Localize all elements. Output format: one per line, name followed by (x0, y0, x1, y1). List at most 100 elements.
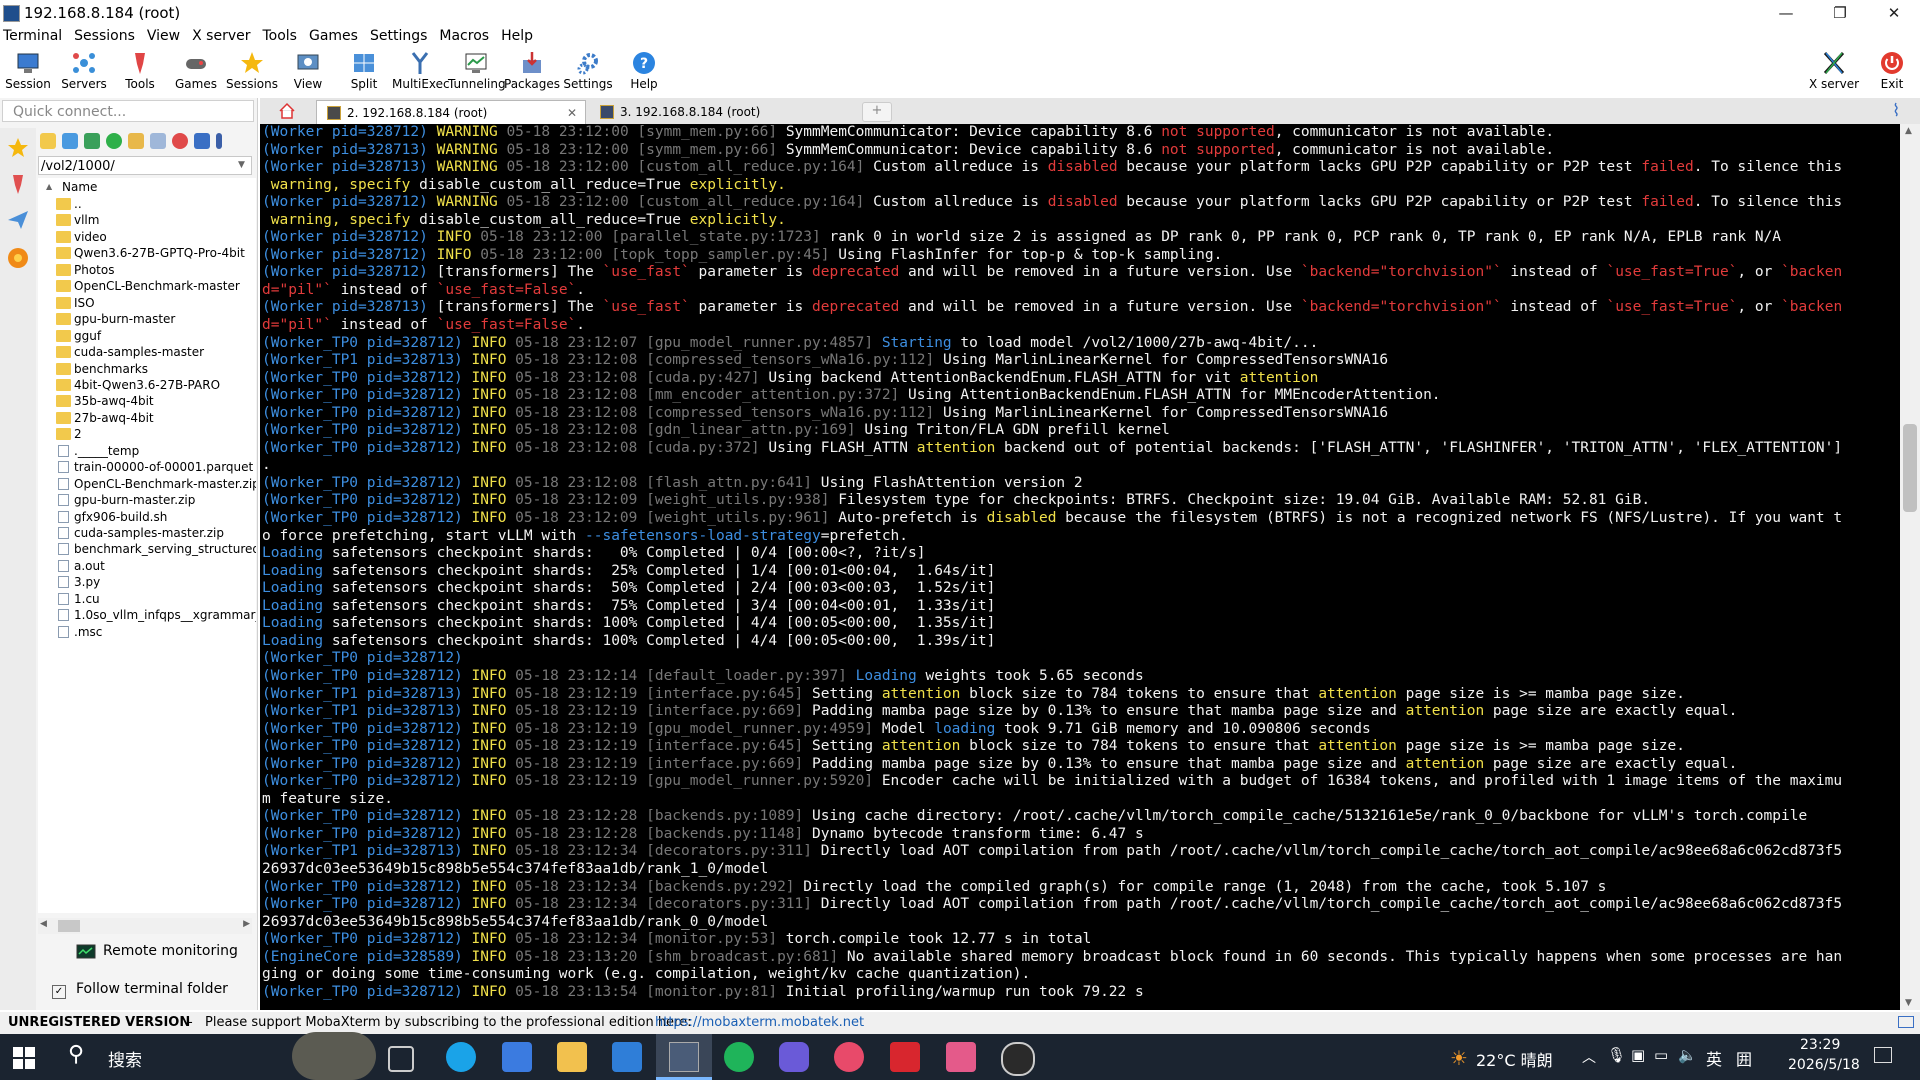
menu-help[interactable]: Help (495, 26, 539, 46)
x-server-button[interactable]: X server (1806, 46, 1862, 94)
folder-item[interactable]: Qwen3.6-27B-GPTQ-Pro-4bit (56, 245, 256, 261)
maximize-button[interactable]: ❐ (1816, 0, 1864, 26)
session-button[interactable]: Session (0, 46, 56, 94)
path-input[interactable]: /vol2/1000/ (38, 156, 252, 175)
mail-icon[interactable] (612, 1042, 642, 1072)
app-pink-icon[interactable] (946, 1042, 976, 1072)
upload-icon[interactable] (84, 133, 100, 149)
file-item[interactable]: ._____temp (56, 443, 256, 459)
folder-item[interactable]: vllm (56, 212, 256, 228)
file-item[interactable]: .msc (56, 624, 256, 640)
home-tab-icon[interactable] (278, 102, 296, 120)
tools-tab-icon[interactable] (6, 172, 30, 196)
download-icon[interactable] (62, 133, 78, 149)
quick-connect-input[interactable]: Quick connect... (2, 100, 254, 122)
app-red-icon[interactable] (834, 1042, 864, 1072)
media-player-icon[interactable] (724, 1042, 754, 1072)
terminal-vertical-scrollbar[interactable]: ▲ ▼ (1900, 124, 1920, 1010)
scroll-down-icon[interactable]: ▼ (1905, 998, 1912, 1008)
file-item[interactable]: a.out (56, 558, 256, 574)
ime-mode-icon[interactable]: 囲 (1736, 1046, 1752, 1070)
folder-item[interactable]: video (56, 229, 256, 245)
tunneling-button[interactable]: Tunneling (448, 46, 506, 94)
attach-icon[interactable]: ⌇ (1892, 101, 1910, 121)
menu-terminal[interactable]: Terminal (0, 26, 68, 46)
task-view-icon[interactable] (388, 1046, 414, 1072)
file-list-header[interactable]: ▲ Name (38, 178, 256, 196)
new-folder-icon[interactable] (128, 133, 144, 149)
tab-session-2[interactable]: 2. 192.168.8.184 (root) ✕ (316, 100, 586, 124)
folder-item[interactable]: cuda-samples-master (56, 344, 256, 360)
app-dark-icon[interactable] (1001, 1042, 1035, 1076)
sessions-button[interactable]: Sessions (224, 46, 280, 94)
menu-tools[interactable]: Tools (256, 26, 303, 46)
packages-button[interactable]: Packages (504, 46, 560, 94)
folder-item[interactable]: 35b-awq-4bit (56, 393, 256, 409)
view-button[interactable]: View (280, 46, 336, 94)
weather-text[interactable]: 22°C 晴朗 (1476, 1047, 1553, 1071)
chevron-down-icon[interactable]: ▼ (238, 160, 245, 170)
tab-session-3[interactable]: 3. 192.168.8.184 (root) (590, 100, 860, 124)
sftp-tab-icon[interactable] (6, 246, 30, 270)
tray-chevron-up-icon[interactable]: ︿ (1582, 1047, 1596, 1067)
follow-terminal-folder-checkbox[interactable]: ✓ Follow terminal folder (52, 981, 228, 999)
clock-time[interactable]: 23:29 (1800, 1037, 1840, 1053)
app-circle-icon[interactable] (779, 1042, 809, 1072)
multiexec-button[interactable]: MultiExec (392, 46, 450, 94)
file-item[interactable]: gpu-burn-master.zip (56, 492, 256, 508)
new-tab-button[interactable]: + (862, 102, 892, 122)
folder-item[interactable]: OpenCL-Benchmark-master (56, 278, 256, 294)
sessions-star-tab-icon[interactable] (6, 136, 30, 160)
menu-settings[interactable]: Settings (364, 26, 433, 46)
tools-button[interactable]: Tools (112, 46, 168, 94)
remote-monitoring-button[interactable]: Remote monitoring (103, 943, 238, 959)
file-item[interactable]: gfx906-build.sh (56, 509, 256, 525)
menu-games[interactable]: Games (303, 26, 364, 46)
scroll-up-icon[interactable]: ▲ (1905, 126, 1912, 136)
mobaxterm-taskbar-button[interactable] (656, 1034, 712, 1080)
rename-icon[interactable] (194, 133, 210, 149)
scroll-right-icon[interactable]: ▶ (243, 919, 250, 929)
scroll-left-icon[interactable]: ◀ (40, 919, 47, 929)
terminal-output[interactable]: (Worker pid=328712) WARNING 05-18 23:12:… (260, 124, 1900, 1010)
games-button[interactable]: Games (168, 46, 224, 94)
folder-item[interactable]: 27b-awq-4bit (56, 410, 256, 426)
device-icon[interactable]: ▣ (1631, 1046, 1645, 1064)
edge-browser-icon[interactable] (446, 1042, 476, 1072)
file-explorer-icon[interactable] (557, 1042, 587, 1072)
taskbar-search-box[interactable]: ⚲ 搜索 (56, 1032, 376, 1080)
minimize-button[interactable]: — (1762, 0, 1810, 26)
file-item[interactable]: OpenCL-Benchmark-master.zip (56, 476, 256, 492)
ime-indicator[interactable]: 英 (1706, 1046, 1722, 1070)
scroll-thumb[interactable] (58, 920, 80, 932)
toggle-view-icon[interactable] (216, 133, 222, 149)
microsoft-store-icon[interactable] (502, 1042, 532, 1072)
folder-item[interactable]: 2 (56, 426, 256, 442)
file-item[interactable]: 1.cu (56, 591, 256, 607)
menu-x-server[interactable]: X server (186, 26, 256, 46)
folder-item[interactable]: gpu-burn-master (56, 311, 256, 327)
folder-item[interactable]: .. (56, 196, 256, 212)
delete-icon[interactable] (172, 133, 188, 149)
file-tree-horizontal-scrollbar[interactable]: ◀ ▶ (38, 918, 252, 934)
file-item[interactable]: 1.0so_vllm_infqps__xgrammar_be (56, 607, 256, 623)
split-button[interactable]: Split (336, 46, 392, 94)
menu-view[interactable]: View (141, 26, 186, 46)
folder-item[interactable]: ISO (56, 295, 256, 311)
notification-icon[interactable] (1874, 1047, 1892, 1063)
file-item[interactable]: cuda-samples-master.zip (56, 525, 256, 541)
start-icon[interactable] (13, 1047, 35, 1069)
file-item[interactable]: train-00000-of-00001.parquet (56, 459, 256, 475)
exit-button[interactable]: Exit (1864, 46, 1920, 94)
checkbox-checked-icon[interactable]: ✓ (52, 985, 66, 999)
servers-button[interactable]: Servers (56, 46, 112, 94)
settings-button[interactable]: Settings (560, 46, 616, 94)
remote-monitoring-icon[interactable] (76, 944, 96, 962)
close-button[interactable]: ✕ (1870, 0, 1918, 26)
microphone-icon[interactable]: 🎙 (1607, 1046, 1626, 1064)
mobaxterm-link[interactable]: https://mobaxterm.mobatek.net (655, 1012, 864, 1034)
scroll-thumb[interactable] (1903, 424, 1917, 512)
network-icon[interactable]: ▭ (1654, 1046, 1668, 1064)
menu-sessions[interactable]: Sessions (68, 26, 141, 46)
tab-close-icon[interactable]: ✕ (567, 101, 577, 125)
